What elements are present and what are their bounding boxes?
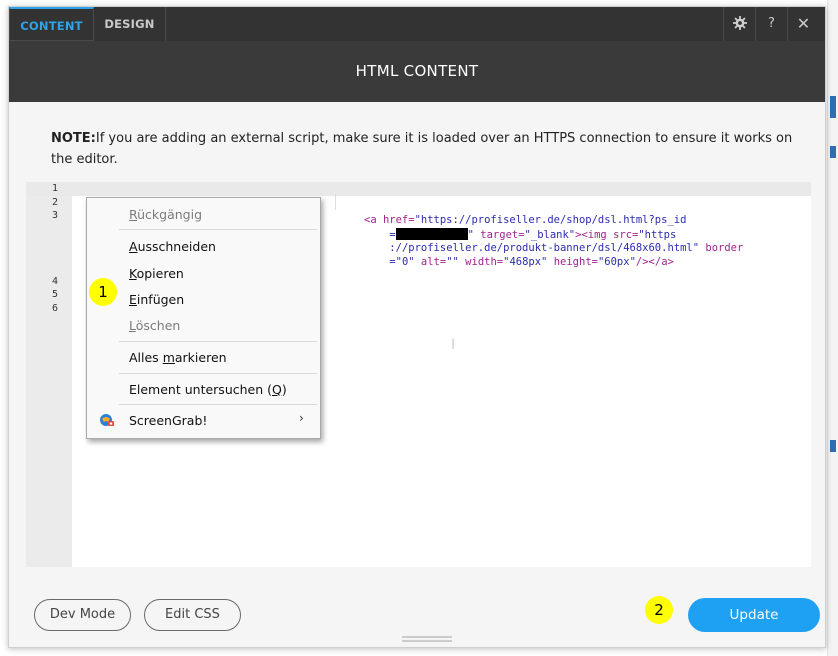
code-token: "https://profiseller.de/shop/dsl.html?ps… <box>414 214 687 226</box>
code-token: width= <box>458 255 504 268</box>
line-number: 6 <box>51 303 58 314</box>
code-token: "https <box>638 228 677 241</box>
line-number-gutter: 1 2 3 4 5 6 <box>26 182 72 567</box>
menu-item-paste[interactable]: Einfügen <box>129 290 184 310</box>
chevron-right-icon: › <box>299 411 304 425</box>
background-mark <box>830 440 836 452</box>
step-badge-2: 2 <box>645 596 673 624</box>
code-token: src= <box>613 228 639 241</box>
indent-guide <box>335 194 336 210</box>
redacted-id <box>395 227 468 240</box>
dev-mode-button[interactable]: Dev Mode <box>34 599 131 631</box>
resize-grip[interactable] <box>402 636 452 638</box>
menu-separator <box>119 373 317 374</box>
line-number: 5 <box>51 289 58 300</box>
tab-bar: CONTENT DESIGN ? ✕ <box>9 7 825 41</box>
help-button[interactable]: ? <box>755 7 787 41</box>
line-number: 2 <box>51 197 58 208</box>
menu-item-copy[interactable]: Kopieren <box>129 264 184 284</box>
code-token: <a <box>364 214 383 226</box>
code-token: href= <box>382 214 415 226</box>
code-token: border <box>699 242 744 254</box>
code-token: height= <box>547 255 598 268</box>
menu-separator <box>119 404 317 405</box>
code-token: /></a> <box>635 255 674 268</box>
note-text: If you are adding an external script, ma… <box>51 131 793 167</box>
line-number: 1 <box>51 183 58 194</box>
code-token: target= <box>480 228 525 241</box>
code-token: ://profiseller.de/produkt-banner/dsl/468… <box>389 242 700 254</box>
note-label: NOTE: <box>51 131 96 146</box>
line-number: 3 <box>51 210 58 221</box>
menu-item-select-all[interactable]: Alles markieren <box>129 348 227 368</box>
html-content-dialog: CONTENT DESIGN ? ✕ HTML CONTENT NOTE:If … <box>8 6 826 648</box>
menu-item-undo[interactable]: Rückgängig <box>129 205 202 225</box>
menu-item-screengrab[interactable]: ScreenGrab! <box>129 411 207 431</box>
menu-item-inspect[interactable]: Element untersuchen (Q) <box>129 380 287 400</box>
tab-content[interactable]: CONTENT <box>9 7 94 41</box>
code-token: "" <box>446 255 459 268</box>
background-mark <box>830 96 836 118</box>
edit-css-button[interactable]: Edit CSS <box>144 599 241 631</box>
background-page-strip <box>827 0 838 656</box>
code-token: alt= <box>414 255 447 268</box>
line-number: 4 <box>51 276 58 287</box>
code-token: "468px" <box>503 255 548 268</box>
background-mark <box>830 146 836 158</box>
https-note: NOTE:If you are adding an external scrip… <box>51 128 813 170</box>
menu-item-delete[interactable]: Löschen <box>129 316 180 336</box>
screengrab-icon <box>100 414 114 426</box>
code-token: ><img <box>575 228 614 241</box>
resize-grip[interactable] <box>402 640 452 642</box>
code-token: "_blank" <box>524 228 576 241</box>
active-line-highlight <box>26 182 811 196</box>
settings-button[interactable] <box>723 7 755 41</box>
menu-separator <box>119 229 317 230</box>
code-token: ="0" <box>389 255 415 268</box>
close-button[interactable]: ✕ <box>787 7 819 41</box>
dialog-title: HTML CONTENT <box>9 41 825 102</box>
code-token: "60px" <box>597 255 636 268</box>
context-menu: Rückgängig Ausschneiden Kopieren Einfüge… <box>86 197 321 439</box>
code-content[interactable]: <a href="https://profiseller.de/shop/dsl… <box>364 214 743 269</box>
update-button[interactable]: Update <box>688 598 820 632</box>
step-badge-1: 1 <box>89 278 117 306</box>
text-cursor-icon: I <box>451 337 456 353</box>
close-icon: ✕ <box>796 14 811 33</box>
code-token: " <box>467 228 481 241</box>
gear-icon <box>732 16 747 30</box>
menu-item-cut[interactable]: Ausschneiden <box>129 237 216 257</box>
menu-separator <box>119 341 317 342</box>
tab-design[interactable]: DESIGN <box>94 7 166 41</box>
